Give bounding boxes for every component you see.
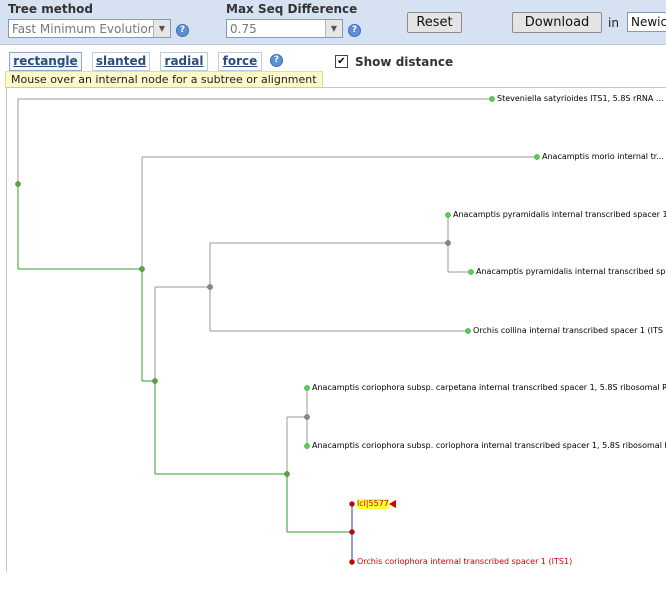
tab-slanted[interactable]: slanted xyxy=(92,52,150,71)
tree-method-select[interactable]: Fast Minimum Evolution ▼ xyxy=(8,19,171,38)
leaf-label[interactable]: Orchis coriophora internal transcribed s… xyxy=(357,557,572,567)
leaf-label[interactable]: Anacamptis morio internal tr... xyxy=(542,152,664,162)
leaf-node[interactable] xyxy=(304,385,310,391)
internal-node[interactable] xyxy=(139,266,145,272)
show-distance-label: Show distance xyxy=(355,55,454,69)
tree-panel: Steveniella satyrioides ITS1, 5.8S rRNA … xyxy=(6,87,666,572)
leaf-node[interactable] xyxy=(349,501,355,507)
internal-node[interactable] xyxy=(284,471,290,477)
leaf-node[interactable] xyxy=(445,212,451,218)
reset-button[interactable]: Reset xyxy=(407,12,462,33)
leaf-label[interactable]: Anacamptis pyramidalis internal transcri… xyxy=(453,210,666,220)
tab-radial[interactable]: radial xyxy=(160,52,208,71)
download-format-value: Newic xyxy=(631,15,666,29)
leaf-node[interactable] xyxy=(489,96,495,102)
help-icon[interactable]: ? xyxy=(270,54,283,67)
tab-rectangle[interactable]: rectangle xyxy=(9,52,82,71)
download-format-select[interactable]: Newic xyxy=(627,12,666,32)
leaf-node[interactable] xyxy=(465,328,471,334)
tree-method-value: Fast Minimum Evolution xyxy=(12,22,156,36)
download-button[interactable]: Download xyxy=(512,12,602,33)
in-label: in xyxy=(608,16,619,30)
leaf-label[interactable]: Anacamptis coriophora subsp. carpetana i… xyxy=(312,383,666,393)
help-icon[interactable]: ? xyxy=(348,24,361,37)
leaf-node[interactable] xyxy=(304,443,310,449)
hint-tooltip: Mouse over an internal node for a subtre… xyxy=(5,71,323,88)
leaf-node[interactable] xyxy=(468,269,474,275)
max-seq-value: 0.75 xyxy=(230,22,257,36)
internal-node[interactable] xyxy=(152,378,158,384)
internal-node[interactable] xyxy=(445,240,451,246)
max-seq-select[interactable]: 0.75 ▼ xyxy=(226,19,343,38)
internal-node[interactable] xyxy=(304,414,310,420)
show-distance-checkbox[interactable]: ✔ xyxy=(335,55,348,68)
chevron-down-icon[interactable]: ▼ xyxy=(153,20,170,37)
leaf-label[interactable]: Anacamptis coriophora subsp. coriophora … xyxy=(312,441,666,451)
tree-method-label: Tree method xyxy=(8,2,93,16)
chevron-down-icon[interactable]: ▼ xyxy=(325,20,342,37)
leaf-label[interactable]: Anacamptis pyramidalis internal transcri… xyxy=(476,267,666,277)
internal-node[interactable] xyxy=(15,181,21,187)
leaf-label[interactable]: Steveniella satyrioides ITS1, 5.8S rRNA … xyxy=(497,94,664,104)
internal-node[interactable] xyxy=(349,529,355,535)
query-marker-icon xyxy=(389,500,396,508)
leaf-label[interactable]: lcl|5577 xyxy=(357,499,389,509)
leaf-label[interactable]: Orchis collina internal transcribed spac… xyxy=(473,326,663,336)
toolbar: Tree method Fast Minimum Evolution ▼ ? M… xyxy=(0,0,666,45)
max-seq-label: Max Seq Difference xyxy=(226,2,358,16)
leaf-node[interactable] xyxy=(534,154,540,160)
leaf-node[interactable] xyxy=(349,559,355,565)
help-icon[interactable]: ? xyxy=(176,24,189,37)
tab-force[interactable]: force xyxy=(218,52,262,71)
internal-node[interactable] xyxy=(207,284,213,290)
